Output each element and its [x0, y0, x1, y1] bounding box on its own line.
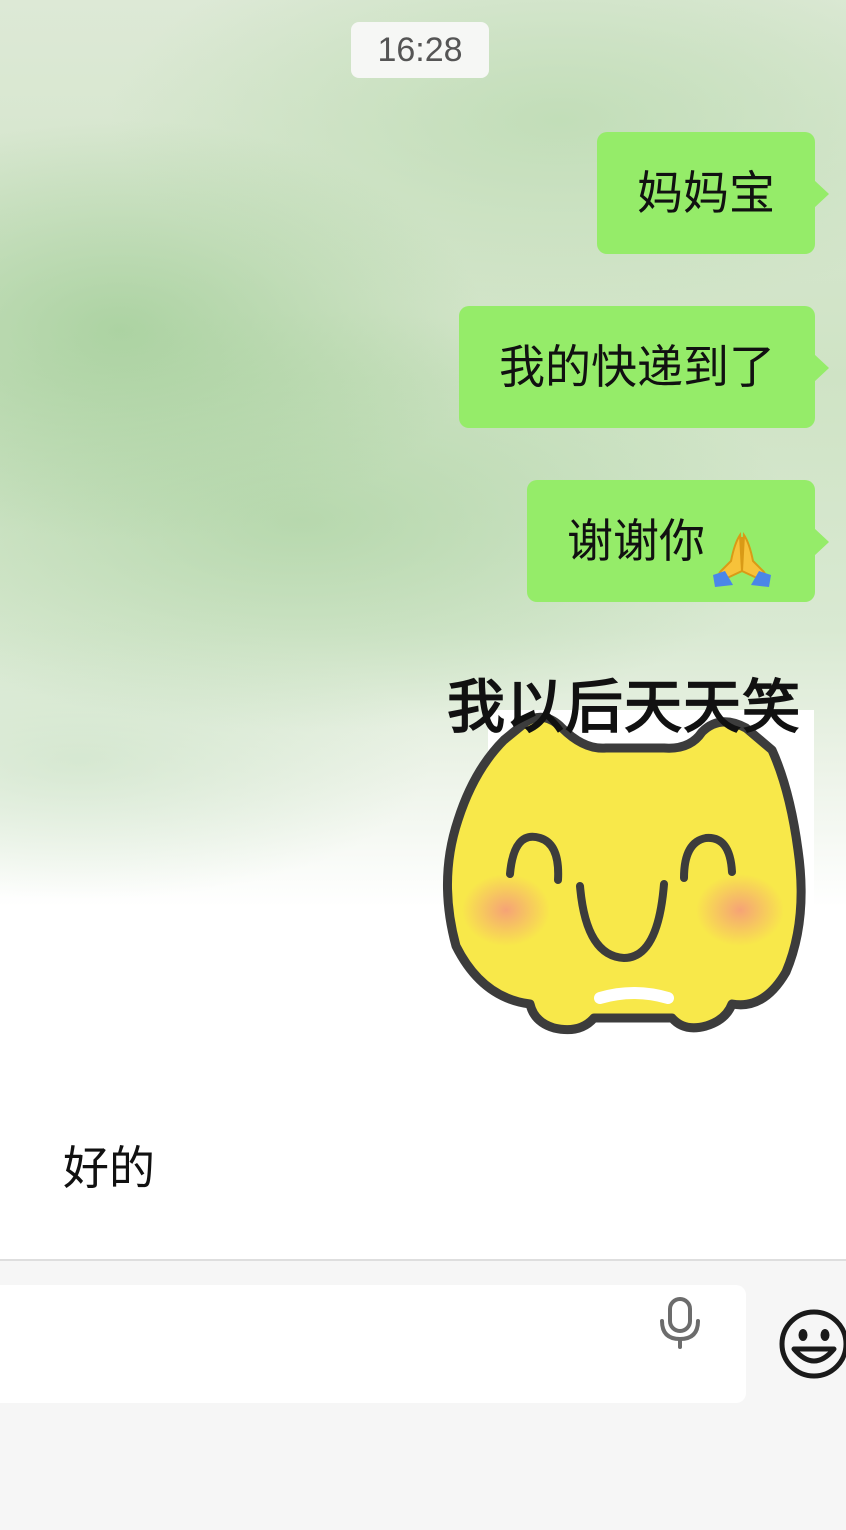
sent-message-bubble[interactable]: 我的快递到了: [459, 306, 829, 428]
smiley-face-icon[interactable]: [776, 1301, 846, 1387]
smiling-cat-sticker: [443, 710, 814, 1050]
message-text: 谢谢你: [567, 514, 705, 568]
draft-message-text: 好的: [63, 1141, 155, 1195]
chat-area[interactable]: 16:28 妈妈宝 我的快递到了 谢谢你 我以后天天笑 好的: [0, 0, 846, 1260]
sticker-message[interactable]: 我以后天天笑: [434, 650, 814, 1050]
message-timestamp: 16:28: [351, 22, 489, 78]
composer-bar: [0, 1261, 846, 1530]
microphone-icon[interactable]: [654, 1295, 706, 1349]
sticker-caption: 我以后天天笑: [446, 673, 801, 741]
message-input[interactable]: [0, 1285, 746, 1403]
message-text: 妈妈宝: [637, 166, 775, 220]
sent-message-bubble[interactable]: 妈妈宝: [597, 132, 829, 254]
message-text: 我的快递到了: [499, 340, 775, 394]
sent-message-bubble[interactable]: 谢谢你: [527, 480, 829, 602]
folded-hands-icon: [709, 512, 775, 587]
